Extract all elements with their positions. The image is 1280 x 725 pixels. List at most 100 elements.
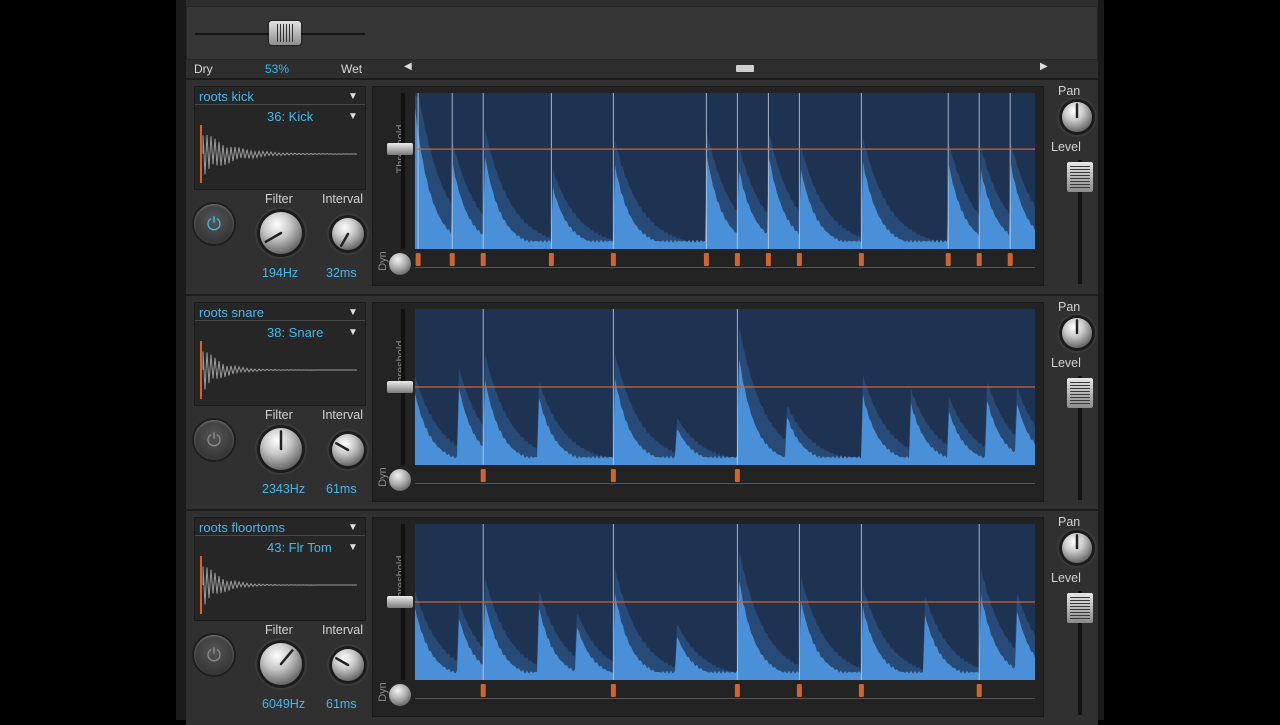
note-dropdown-icon[interactable]: ▼: [348, 327, 358, 338]
drum-replacer-plugin: Dry 53% Wet ◀ ▶ roots kick ▼ 36: Kick ▼ …: [176, 0, 1104, 725]
trigger-marker-strip[interactable]: [415, 253, 1035, 267]
trigger-waveform-plot[interactable]: [415, 524, 1035, 680]
threshold-slider-track[interactable]: [401, 93, 405, 249]
trigger-marker-strip[interactable]: [415, 469, 1035, 483]
interval-label: Interval: [322, 408, 363, 422]
trigger-marker: [976, 684, 982, 697]
trigger-marker: [976, 253, 982, 266]
knob-indicator: [335, 657, 350, 667]
knob-indicator: [279, 430, 283, 451]
power-icon: ⏻: [206, 645, 222, 665]
track-power-button[interactable]: ⏻: [194, 635, 234, 675]
marker-baseline: [415, 267, 1035, 268]
filter-label: Filter: [265, 623, 293, 637]
threshold-slider-handle[interactable]: [387, 596, 413, 608]
instrument-name[interactable]: roots floortoms: [199, 520, 285, 535]
pan-knob[interactable]: [1062, 102, 1092, 132]
mix-value: 53%: [265, 62, 290, 76]
trigger-marker: [734, 684, 740, 697]
filter-value: 6049Hz: [262, 697, 306, 711]
scroll-right-arrow-icon[interactable]: ▶: [1040, 61, 1048, 72]
filter-value: 194Hz: [262, 266, 299, 280]
horizontal-scroll-thumb[interactable]: [736, 65, 754, 72]
instrument-selector[interactable]: roots floortoms ▼ 43: Flr Tom ▼: [194, 517, 366, 621]
trigger-marker: [765, 253, 771, 266]
track-power-button[interactable]: ⏻: [194, 204, 234, 244]
filter-knob[interactable]: [260, 643, 302, 685]
instrument-note[interactable]: 36: Kick: [267, 109, 313, 124]
level-label: Level: [1051, 356, 1081, 370]
instrument-note[interactable]: 43: Flr Tom: [267, 540, 332, 555]
dyn-knob[interactable]: [389, 684, 411, 706]
pan-label: Pan: [1058, 84, 1081, 98]
level-label: Level: [1051, 571, 1081, 585]
instrument-name[interactable]: roots kick: [199, 89, 254, 104]
wet-label: Wet: [341, 62, 363, 76]
knob-pointer: [335, 657, 350, 667]
trigger-marker: [945, 253, 951, 266]
note-dropdown-icon[interactable]: ▼: [348, 111, 358, 122]
trigger-marker: [858, 253, 864, 266]
instrument-dropdown-icon[interactable]: ▼: [348, 522, 358, 533]
track-strip: roots floortoms ▼ 43: Flr Tom ▼ ⏻ Filter…: [186, 509, 1098, 725]
dyn-label: Dyn: [376, 682, 389, 702]
trigger-marker: [734, 253, 740, 266]
dyn-knob[interactable]: [389, 469, 411, 491]
dyn-label: Dyn: [376, 467, 389, 487]
instrument-dropdown-icon[interactable]: ▼: [348, 91, 358, 102]
pan-label: Pan: [1058, 515, 1081, 529]
dry-wet-slider-thumb[interactable]: [269, 21, 302, 45]
threshold-slider-handle[interactable]: [387, 143, 413, 156]
trigger-marker: [480, 253, 486, 266]
instrument-note[interactable]: 38: Snare: [267, 325, 323, 340]
knob-pointer: [279, 649, 294, 666]
knob-indicator: [1075, 534, 1079, 550]
level-slider-handle[interactable]: [1067, 162, 1093, 192]
pan-knob[interactable]: [1062, 533, 1092, 563]
knob-pointer: [335, 442, 350, 452]
detection-display: Threshold Dyn: [372, 517, 1044, 717]
interval-knob[interactable]: [332, 434, 364, 466]
filter-knob[interactable]: [260, 212, 302, 254]
trigger-marker: [610, 253, 616, 266]
detection-display: Threshold Dyn: [372, 86, 1044, 286]
filter-knob[interactable]: [260, 428, 302, 470]
instrument-selector[interactable]: roots snare ▼ 38: Snare ▼: [194, 302, 366, 406]
power-icon: ⏻: [206, 430, 222, 450]
interval-knob[interactable]: [332, 649, 364, 681]
sample-waveform-preview: [200, 556, 357, 614]
instrument-selector[interactable]: roots kick ▼ 36: Kick ▼: [194, 86, 366, 190]
interval-value: 61ms: [326, 697, 357, 711]
knob-indicator: [340, 232, 350, 247]
sample-waveform-preview: [200, 125, 358, 183]
threshold-slider-handle[interactable]: [387, 381, 413, 393]
trigger-marker: [796, 253, 802, 266]
plugin-left-border: [176, 0, 186, 720]
level-slider-handle[interactable]: [1067, 593, 1093, 623]
interval-value: 61ms: [326, 482, 357, 496]
note-dropdown-icon[interactable]: ▼: [348, 542, 358, 553]
scroll-left-arrow-icon[interactable]: ◀: [404, 61, 412, 72]
interval-knob[interactable]: [332, 218, 364, 250]
knob-indicator: [335, 442, 350, 452]
dyn-knob[interactable]: [389, 253, 411, 275]
trigger-marker: [858, 684, 864, 697]
trigger-marker: [610, 684, 616, 697]
trigger-marker-strip[interactable]: [415, 684, 1035, 698]
track-strip: roots kick ▼ 36: Kick ▼ ⏻ Filter 194Hz I…: [186, 78, 1098, 294]
knob-pointer: [340, 232, 350, 247]
sample-waveform: [202, 351, 357, 390]
trigger-waveform-plot[interactable]: [415, 93, 1035, 249]
marker-baseline: [415, 698, 1035, 699]
instrument-name[interactable]: roots snare: [199, 305, 264, 320]
instrument-dropdown-icon[interactable]: ▼: [348, 307, 358, 318]
interval-value: 32ms: [326, 266, 357, 280]
knob-indicator: [279, 649, 294, 666]
trigger-waveform-plot[interactable]: [415, 309, 1035, 465]
level-slider-handle[interactable]: [1067, 378, 1093, 408]
pan-label: Pan: [1058, 300, 1081, 314]
track-power-button[interactable]: ⏻: [194, 420, 234, 460]
pan-knob[interactable]: [1062, 318, 1092, 348]
knob-pointer: [264, 231, 283, 244]
filter-label: Filter: [265, 192, 293, 206]
